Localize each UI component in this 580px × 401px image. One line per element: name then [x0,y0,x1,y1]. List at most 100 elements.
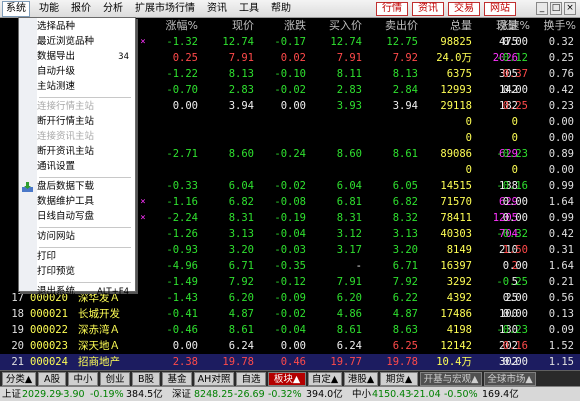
menu-bar: 系统 功能 报价 分析 扩展市场行情 资讯 工具 帮助 行情 资讯 交易 网站 … [0,0,580,18]
menu-item[interactable]: 选择品种 [19,20,135,34]
cell-row-index: 19 [11,324,24,336]
tab-market-3[interactable]: 创业 [100,372,130,386]
quick-website-button[interactable]: 网站 [484,2,516,16]
menu-item[interactable]: 最近浏览品种 [19,35,135,49]
cell-row-index: 20 [11,340,24,352]
tab-market-1[interactable]: A股 [38,372,66,386]
index-status-bar: 上证 2029.29 -3.90 -0.19% 384.5亿 深证 8248.25 -26.6… [0,386,580,401]
cell-ask-price: 8.13 [392,68,418,80]
cell-price: 6.24 [228,340,254,352]
cell-change: -0.04 [274,324,306,336]
minimize-icon[interactable]: _ [536,2,548,15]
menu-item-label: 访问网站 [37,231,76,242]
cell-price: 4.87 [228,308,254,320]
table-row[interactable]: 21 000024 招商地产 2.38 19.78 0.46 19.77 19.78 10.4万… [0,354,580,370]
menu-function[interactable]: 功能 [36,2,62,16]
tab-market-9[interactable]: 自定▲ [308,372,342,386]
cell-change: -0.09 [274,292,306,304]
cell-change-speed: -0.32 [496,228,528,240]
tab-market-5[interactable]: 基金 [162,372,192,386]
menu-item[interactable]: 数据维护工具 [19,195,135,209]
header-ask[interactable]: 卖出价 [364,18,418,34]
cell-price: 6.20 [228,292,254,304]
menu-item[interactable]: 主站测速 [19,80,135,94]
cell-bid-price: 19.77 [330,356,362,368]
menu-help[interactable]: 帮助 [268,2,294,16]
cell-total-volume: 0 [465,116,472,128]
menu-item-label: 最近浏览品种 [37,36,95,47]
menu-system[interactable]: 系统 [2,1,30,17]
tab-market-13[interactable]: 全球市场▲ [484,372,536,386]
cell-ask-price: 6.05 [392,180,418,192]
cell-turnover: 0.89 [548,148,574,160]
cell-change [258,130,306,146]
maximize-icon[interactable]: □ [550,2,562,15]
tab-market-12[interactable]: 开基与宏观▲ [420,372,482,386]
menu-item[interactable]: 日线自动写盘 [19,210,135,224]
cell-change: -0.02 [274,180,306,192]
menu-item[interactable]: 访问网站 [19,230,135,244]
header-bid[interactable]: 买入价 [308,18,362,34]
cell-turnover: 0.23 [548,100,574,112]
cell-change-speed: 0.37 [502,68,528,80]
menu-analysis[interactable]: 分析 [100,2,126,16]
tab-market-0[interactable]: 分类▲ [2,372,36,386]
menu-item-label: 断开行情主站 [37,116,95,127]
menu-item[interactable]: 断开行情主站 [19,115,135,129]
header-price[interactable]: 现价 [200,18,254,34]
cell-change-speed: 0.00 [502,196,528,208]
menu-item[interactable]: 打印预览 [19,265,135,279]
tab-market-8[interactable]: 板块▲ [268,372,306,386]
cell-bid-price: 6.20 [336,292,362,304]
tab-market-10[interactable]: 港股▲ [344,372,378,386]
menu-tools[interactable]: 工具 [236,2,262,16]
quick-quote-button[interactable]: 行情 [376,2,408,16]
menu-item[interactable]: 退出系统 ALT+F4 [19,285,135,299]
table-row[interactable]: 18 000021 长城开发 -0.41 4.87 -0.02 4.86 4.87 17486 1… [0,306,580,322]
header-speed[interactable]: 涨速% [482,18,530,34]
menu-item[interactable]: 通讯设置 [19,160,135,174]
menu-item[interactable]: 断开资讯主站 [19,145,135,159]
close-icon[interactable]: × [564,2,576,15]
cell-change-pct: -2.24 [166,212,198,224]
menu-quote[interactable]: 报价 [68,2,94,16]
menu-item: 连接资讯主站 [19,130,135,144]
menu-item-label: 日线自动写盘 [37,211,95,222]
cell-turnover: 0.25 [548,52,574,64]
menu-item[interactable]: 数据导出 34 [19,50,135,64]
cell-alert-mark [138,258,148,274]
menu-item[interactable]: 盘后数据下载 [19,180,135,194]
cell-change: -0.35 [274,260,306,272]
cell-change: -0.03 [274,244,306,256]
cell-total-volume: 40303 [440,228,472,240]
tab-market-11[interactable]: 期货▲ [380,372,418,386]
menu-item[interactable]: 打印 [19,250,135,264]
table-row[interactable]: 19 000022 深赤湾Ａ -0.46 8.61 -0.04 8.61 8.63 4198 13… [0,322,580,338]
cell-turnover: 0.13 [548,308,574,320]
header-change-pct[interactable]: 涨幅% [140,18,198,34]
tab-market-2[interactable]: 中小 [68,372,98,386]
tab-market-4[interactable]: B股 [132,372,160,386]
menu-separator [39,97,131,98]
quick-news-button[interactable]: 资讯 [412,2,444,16]
cell-change: -0.12 [274,276,306,288]
cell-alert-mark [138,50,148,66]
cell-alert-mark [138,290,148,306]
cell-alert-mark [138,274,148,290]
status-value: 2029.29 [22,389,62,400]
cell-ask-price: 7.92 [392,52,418,64]
menu-extended-market[interactable]: 扩展市场行情 [132,2,198,16]
cell-change-speed: 0.00 [502,212,528,224]
table-row[interactable]: 20 000023 深天地Ａ 0.00 6.24 0.00 6.24 6.25 12142 202… [0,338,580,354]
cell-change-pct: -0.70 [166,84,198,96]
header-change[interactable]: 涨跌 [256,18,306,34]
menu-news[interactable]: 资讯 [204,2,230,16]
menu-item-label: 通讯设置 [37,161,76,172]
menu-item[interactable]: 自动升级 [19,65,135,79]
header-volume[interactable]: 总量 [420,18,472,34]
quick-trade-button[interactable]: 交易 [448,2,480,16]
tab-market-7[interactable]: 自选 [236,372,266,386]
cell-alert-mark: × [140,197,146,207]
header-turnover[interactable]: 换手% [530,18,576,34]
tab-market-6[interactable]: AH对照 [194,372,234,386]
